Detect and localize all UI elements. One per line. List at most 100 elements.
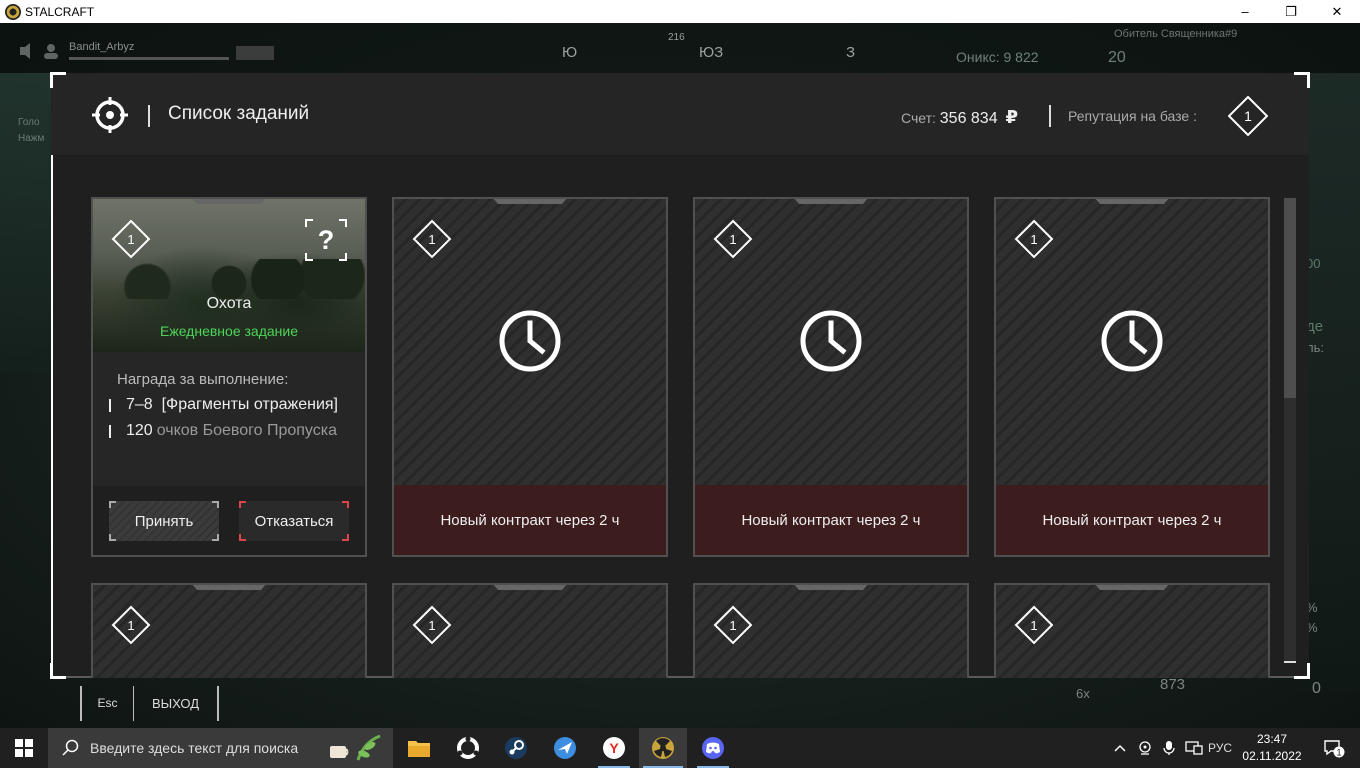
compass-mark: З: [846, 44, 856, 61]
task-card-locked[interactable]: 1: [693, 583, 969, 678]
svg-text:1: 1: [428, 618, 435, 633]
tray-microphone[interactable]: [1158, 728, 1180, 768]
app-ring-icon: [457, 736, 479, 759]
decline-label: Отказаться: [254, 512, 334, 530]
currency-icon: ₽: [1005, 107, 1019, 127]
taskbar-clock[interactable]: 23:47 02.11.2022: [1232, 731, 1312, 765]
compass-mark: Ю: [562, 44, 578, 61]
task-list-modal: Список заданий Счет: 356 834 ₽ Репутация…: [50, 72, 1310, 679]
notifications-button[interactable]: 1: [1314, 728, 1354, 768]
modal-title: Список заданий: [168, 103, 310, 124]
task-type: Ежедневное задание: [160, 323, 298, 339]
svg-text:1: 1: [729, 618, 736, 633]
taskbar-search-box[interactable]: Введите здесь текст для поиска: [48, 728, 393, 768]
svg-text:1: 1: [1030, 618, 1037, 633]
svg-text:1: 1: [428, 232, 435, 247]
svg-text:1: 1: [127, 232, 134, 247]
task-help-button[interactable]: ?: [305, 219, 347, 261]
window-title: STALCRAFT: [25, 4, 95, 19]
compass-degree: 216: [668, 32, 685, 43]
windows-logo-icon: [15, 739, 33, 757]
hud-zoom: 6x: [1076, 686, 1090, 701]
svg-text:Y: Y: [609, 740, 619, 756]
webcam-icon: [1139, 741, 1151, 755]
hud-ammo: 873: [1160, 676, 1186, 693]
balance-label: Счет:: [901, 110, 936, 126]
decline-button[interactable]: Отказаться: [239, 501, 349, 541]
task-card-locked[interactable]: 1: [91, 583, 367, 678]
clock-time: 23:47: [1256, 732, 1288, 746]
tray-expand-button[interactable]: [1110, 728, 1130, 768]
task-card-active[interactable]: 1 ? Охота Ежедневное задание Награда за …: [91, 197, 367, 557]
windows-taskbar: Введите здесь текст для поиска Y РУС 23:…: [0, 728, 1360, 768]
tray-camera[interactable]: [1134, 728, 1156, 768]
task-level-badge: 1: [412, 605, 452, 645]
search-highlight-icon: [330, 734, 381, 761]
task-card-pending[interactable]: 1 Новый контракт через 2 ч: [994, 197, 1270, 557]
scrollbar-thumb[interactable]: [1284, 198, 1296, 398]
esc-key-hint: Esc: [82, 686, 134, 721]
search-icon: [62, 739, 79, 756]
yandex-browser-icon: Y: [603, 737, 625, 759]
reward-title: Награда за выполнение:: [117, 371, 289, 388]
stalcraft-logo-icon: [5, 3, 21, 20]
steam-icon: [505, 737, 527, 759]
windows-start-button[interactable]: [0, 728, 48, 768]
task-card-pending[interactable]: 1 Новый контракт через 2 ч: [392, 197, 668, 557]
search-placeholder: Введите здесь текст для поиска: [90, 740, 299, 756]
window-titlebar: STALCRAFT – ❐ ✕: [0, 0, 1360, 23]
clock-date: 02.11.2022: [1242, 749, 1302, 763]
exit-button[interactable]: ВЫХОД: [134, 696, 217, 711]
balance: Счет: 356 834 ₽: [901, 107, 1018, 128]
hud-onyx-count: 20: [1108, 49, 1126, 66]
task-level-badge: 1: [713, 219, 753, 259]
taskbar-yandex-browser[interactable]: Y: [590, 728, 638, 768]
svg-text:1: 1: [1336, 748, 1341, 758]
modal-header: Список заданий Счет: 356 834 ₽ Репутация…: [51, 73, 1309, 155]
task-level-badge: 1: [1014, 605, 1054, 645]
minimize-button[interactable]: –: [1222, 0, 1268, 23]
folder-icon: [408, 741, 430, 757]
task-card-locked[interactable]: 1: [994, 583, 1270, 678]
restore-button[interactable]: ❐: [1268, 0, 1314, 23]
reputation-label: Репутация на базе :: [1068, 108, 1198, 124]
compass: 216 Ю ЮЗ З: [540, 32, 880, 70]
svg-text:1: 1: [127, 618, 134, 633]
plane-app-icon: [554, 737, 576, 759]
hud-slot: [236, 46, 274, 60]
task-card-pending[interactable]: 1 Новый контракт через 2 ч: [693, 197, 969, 557]
taskbar-file-explorer[interactable]: [395, 728, 443, 768]
network-icon: [1185, 741, 1203, 755]
player-voice-icon: [20, 43, 58, 59]
task-level-badge: 1: [111, 605, 151, 645]
reward-item: 7–8 [Фрагменты отражения]: [109, 396, 338, 414]
clock-icon: [499, 310, 561, 372]
hud-onyx: Оникс: 9 822: [956, 49, 1039, 65]
taskbar-app-plane[interactable]: [541, 728, 589, 768]
clock-icon: [1101, 310, 1163, 372]
compass-mark: ЮЗ: [699, 44, 724, 61]
reputation-level-badge: 1: [1228, 96, 1268, 136]
tray-network[interactable]: [1182, 728, 1206, 768]
taskbar-discord[interactable]: [689, 728, 737, 768]
taskbar-steam[interactable]: [492, 728, 540, 768]
close-button[interactable]: ✕: [1314, 0, 1360, 23]
svg-text:1: 1: [1244, 108, 1252, 124]
contract-timer: Новый контракт через 2 ч: [996, 485, 1268, 555]
reward-item: 120 очков Боевого Пропуска: [109, 422, 337, 440]
target-crosshair-icon: [92, 97, 128, 133]
microphone-icon: [1163, 741, 1175, 755]
taskbar-stalcraft[interactable]: [639, 728, 687, 768]
contract-timer: Новый контракт через 2 ч: [394, 485, 666, 555]
task-level-badge: 1: [1014, 219, 1054, 259]
question-mark-icon: ?: [317, 224, 335, 255]
hud-right-text: 0: [1312, 680, 1321, 697]
accept-button[interactable]: Принять: [109, 501, 219, 541]
task-card-locked[interactable]: 1: [392, 583, 668, 678]
balance-value: 356 834: [939, 110, 998, 127]
exit-control[interactable]: Esc ВЫХОД: [80, 686, 219, 721]
contract-timer: Новый контракт через 2 ч: [695, 485, 967, 555]
tray-language[interactable]: РУС: [1206, 728, 1234, 768]
taskbar-app-circle[interactable]: [444, 728, 492, 768]
task-level-badge: 1: [111, 219, 151, 259]
